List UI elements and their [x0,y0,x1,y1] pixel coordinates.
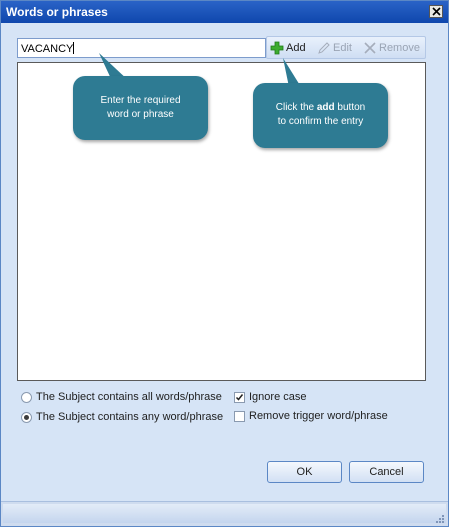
title-bar[interactable]: Words or phrases [1,1,448,23]
checkmark-icon [235,393,244,401]
checkbox-remove-trigger-label: Remove trigger word/phrase [249,410,388,422]
word-phrase-input[interactable]: VACANCY [17,38,266,58]
remove-label: Remove [379,42,420,54]
callout-click-post: button [334,102,366,113]
close-button[interactable] [429,5,443,18]
callout-click-pre: Click the [275,102,317,113]
plus-icon [270,41,284,55]
radio-all-words[interactable]: The Subject contains all words/phrase [21,391,222,403]
callout-enter-line1: Enter the required [100,95,181,106]
radio-any-word-label: The Subject contains any word/phrase [36,411,224,423]
radio-any-word-indicator[interactable] [21,411,32,423]
ok-button[interactable]: OK [267,461,342,483]
x-icon [364,42,376,54]
callout-click-add: Click the add button to confirm the entr… [253,83,388,148]
close-icon [432,7,441,16]
list-toolbar: Add Edit Remove [266,36,426,59]
checkbox-ignore-case-box[interactable] [234,391,245,403]
checkbox-ignore-case-label: Ignore case [249,391,307,403]
text-caret [73,42,75,54]
cancel-button[interactable]: Cancel [349,461,424,483]
checkbox-ignore-case[interactable]: Ignore case [234,391,306,403]
radio-all-words-indicator[interactable] [21,391,32,403]
resize-grip-icon[interactable] [435,514,445,524]
callout-click-bold: add [316,102,335,113]
callout-click-line1: Click the add button [253,101,388,115]
edit-label: Edit [333,42,352,54]
remove-button[interactable]: Remove [363,40,420,56]
dialog-window: Words or phrases VACANCY Add Edit Remove [0,0,449,527]
status-bar [1,501,448,526]
pencil-icon [318,42,330,54]
checkbox-remove-trigger[interactable]: Remove trigger word/phrase [234,410,388,422]
radio-all-words-label: The Subject contains all words/phrase [36,391,222,403]
add-button[interactable]: Add [270,40,306,56]
callout-enter-word: Enter the required word or phrase [73,76,208,140]
edit-button[interactable]: Edit [317,40,352,56]
checkbox-remove-trigger-box[interactable] [234,410,245,422]
callout-click-line2: to confirm the entry [277,116,364,127]
add-label: Add [286,42,306,54]
window-title: Words or phrases [6,5,108,19]
radio-any-word[interactable]: The Subject contains any word/phrase [21,411,223,423]
status-bar-panel [3,504,446,523]
callout-enter-line2: word or phrase [107,109,174,120]
input-value: VACANCY [21,43,74,55]
